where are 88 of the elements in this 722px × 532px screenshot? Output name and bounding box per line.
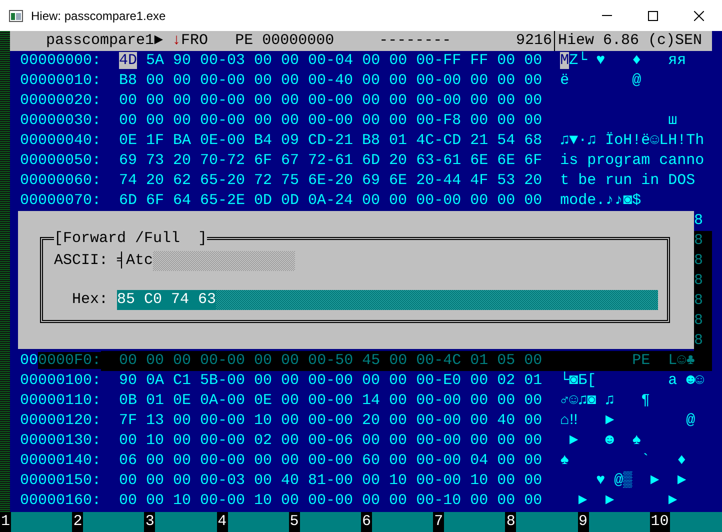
hex-bytes: 4D 5A 90 00-03 00 00 00-04 00 00 00-FF FF 00 00 <box>119 51 542 71</box>
ascii-text: 8 <box>694 291 712 311</box>
function-key-button[interactable] <box>155 512 217 532</box>
app-window-icon <box>9 10 23 22</box>
address-cell-text: 00000160: <box>19 491 102 511</box>
function-key-button[interactable] <box>83 512 144 532</box>
ascii-text: ё @ <box>560 71 642 91</box>
ascii-text: 8 <box>694 271 712 291</box>
function-key-number: 4 <box>216 512 228 532</box>
hex-bytes: 06 00 00 00-00 00 00 00-00 60 00 00-00 04 00 00 <box>119 451 542 471</box>
ascii-text: 8 <box>694 331 712 351</box>
address-cell-text: 00000050: <box>19 151 102 171</box>
hex-label: Hex: <box>72 290 108 310</box>
ascii-text: ► ☻ ♠ <box>568 431 642 451</box>
ascii-text: ш <box>667 111 678 131</box>
close-icon <box>694 10 704 20</box>
ascii-text: 8 <box>694 231 712 251</box>
address-cell-text: 00000010: <box>19 71 102 91</box>
function-key-number: 10 <box>650 512 670 532</box>
address-cell-text: 00000140: <box>19 451 102 471</box>
hex-bytes: 00 00 00 00-00 00 00 00-00 00 00 00-F8 00 00 00 <box>119 111 542 131</box>
hex-bytes: 74 20 62 65-20 72 75 6E-20 69 6E 20-44 4F 53 20 <box>119 171 542 191</box>
address-cell-text: 00000020: <box>19 91 102 111</box>
address-cell-text: 00000030: <box>19 111 102 131</box>
ascii-text: └◙Б[ а ☻☺ <box>560 371 704 391</box>
mode-indicator: ↓FRO <box>172 31 208 51</box>
file-name: passcompare1► <box>46 31 164 51</box>
function-key-button[interactable] <box>444 512 506 532</box>
ascii-text: 8 <box>694 211 704 231</box>
hex-bytes: 7F 13 00 00-00 10 00 00-00 20 00 00-00 00 40 00 <box>119 411 542 431</box>
address-cell-text: 00000110: <box>19 391 102 411</box>
function-key-button[interactable] <box>228 512 289 532</box>
hex-bytes: 90 0A C1 5B-00 00 00 00-00 00 00 00-E0 00 02 01 <box>119 371 542 391</box>
ascii-text: MZ└ ♥ ♦ яя <box>560 51 686 71</box>
function-key-number: 2 <box>72 512 84 532</box>
window-title: Hiew: passcompare1.exe <box>31 8 166 24</box>
hex-bytes: 00 00 00 00-00 00 00 00-00 00 00 00-00 00 00 00 <box>119 91 542 111</box>
ascii-text: PE L☺♣ <box>631 351 696 371</box>
address-cell-text: 000000F0: <box>19 351 102 371</box>
address-cell-text: 00000000: <box>19 51 102 71</box>
function-key-number: 5 <box>288 512 300 532</box>
function-key-button[interactable] <box>588 512 650 532</box>
hex-bytes: 0E 1F BA 0E-00 B4 09 CD-21 B8 01 4C-CD 21 54 68 <box>119 131 542 151</box>
function-key-number: 1 <box>0 512 12 532</box>
hex-bytes: 00 00 00 00-03 00 40 81-00 00 10 00-00 10 00 00 <box>119 471 542 491</box>
function-key-button[interactable] <box>11 512 72 532</box>
hex-input-field[interactable]: 85 C0 74 63 <box>117 290 658 310</box>
offset-indicator: PE 00000000 <box>235 31 334 51</box>
ascii-text: ♥ @▒ ► ► <box>595 471 686 491</box>
hex-bytes: 00 00 10 00-00 10 00 00-00 00 00 00-10 00 00 00 <box>119 491 542 511</box>
address-cell-text: 00000060: <box>19 171 102 191</box>
ascii-text: t be run in DOS <box>560 171 696 191</box>
address-cell-text: 00000150: <box>19 471 102 491</box>
ascii-text: mode.♪♪◙$ <box>560 191 642 211</box>
ascii-text: 8 <box>694 251 712 271</box>
ascii-label: ASCII: <box>54 251 108 271</box>
minimize-icon <box>602 15 612 16</box>
ascii-text: 8 <box>694 311 712 331</box>
address-cell-text: 00000120: <box>19 411 102 431</box>
ascii-text: ⌂‼ ► @ <box>560 411 696 431</box>
function-key-number: 9 <box>578 512 589 532</box>
address-cell-text: 00000040: <box>19 131 102 151</box>
function-key-number: 7 <box>433 512 444 532</box>
address-cell-text: 00000130: <box>19 431 102 451</box>
function-key-button[interactable] <box>372 512 434 532</box>
ascii-text: ► ► ► <box>577 491 678 511</box>
ascii-text: ♫▼·♫ ÏoH!ë☺LH!Th <box>560 131 704 151</box>
function-key-button[interactable] <box>516 512 578 532</box>
hex-bytes: 69 73 20 70-72 6F 67 72-61 6D 20 63-61 6E 6E 6F <box>119 151 542 171</box>
flags-indicator: -------- <box>379 31 452 51</box>
function-key-number: 6 <box>360 512 372 532</box>
address-cell-text: 00000070: <box>19 191 102 211</box>
ascii-text: is program canno <box>560 151 704 171</box>
hex-bytes: 00 10 00 00-00 02 00 00-06 00 00 00-00 00 00 00 <box>119 431 542 451</box>
function-key-button[interactable] <box>300 512 361 532</box>
ascii-input-field[interactable]: ╡Atc <box>117 251 295 271</box>
maximize-icon <box>648 10 658 20</box>
file-size: 9216 <box>516 31 552 51</box>
ascii-text: ♂☺♫◙ ♫ ¶ <box>560 391 650 411</box>
hex-bytes: 0B 01 0E 0A-00 0E 00 00-00 14 00 00-00 00 00 00 <box>119 391 542 411</box>
function-key-button[interactable] <box>670 512 722 532</box>
function-key-number: 8 <box>505 512 516 532</box>
hex-bytes: 6D 6F 64 65-2E 0D 0D 0A-24 00 00 00-00 00 00 00 <box>119 191 542 211</box>
hex-bytes: B8 00 00 00-00 00 00 00-40 00 00 00-00 00 00 00 <box>119 71 542 91</box>
function-key-number: 3 <box>144 512 156 532</box>
ascii-text: ♠ ` ♦ <box>560 451 686 471</box>
hex-bytes: 00 00 00 00-00 00 00 00-50 45 00 00-4C 01 05 00 <box>119 351 542 371</box>
address-cell-text: 00000100: <box>19 371 102 391</box>
